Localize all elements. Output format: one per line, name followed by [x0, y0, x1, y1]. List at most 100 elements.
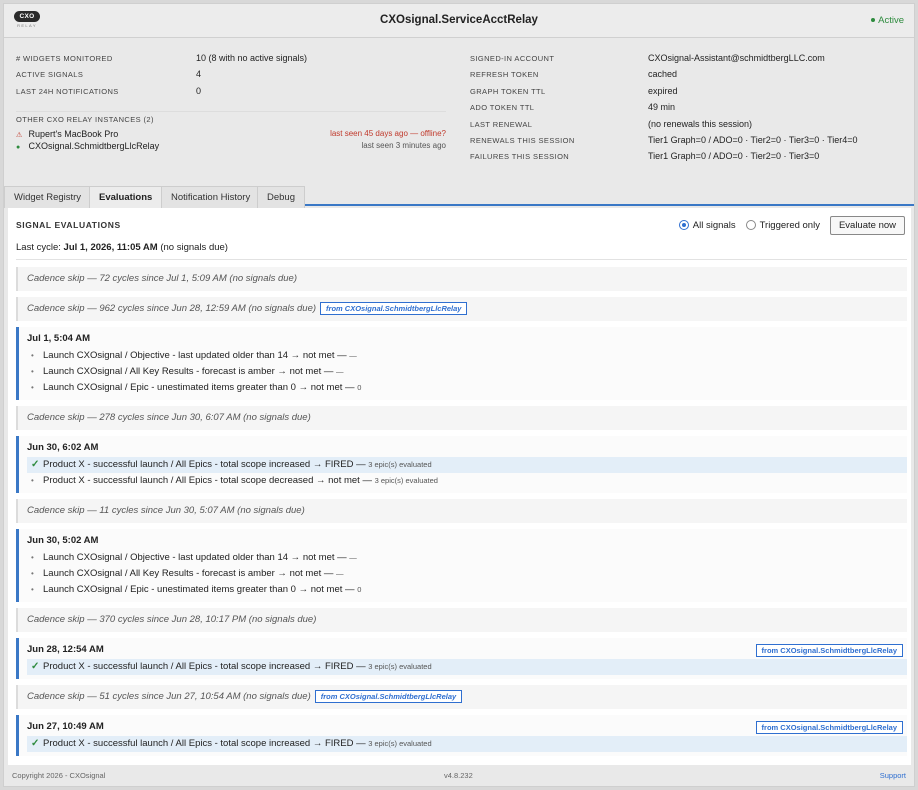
evaluation-row: • Launch CXOsignal / Objective - last upd… [27, 348, 907, 364]
summary-key: # WIDGETS MONITORED [16, 54, 113, 63]
online-dot-icon: ● [16, 144, 21, 151]
evaluation-timestamp: Jul 1, 5:04 AM [27, 333, 91, 344]
instances-heading: OTHER CXO RELAY INSTANCES (2) [16, 115, 154, 124]
summary-value: (no renewals this session) [648, 119, 753, 129]
evaluation-text: Launch CXOsignal / Epic - unestimated it… [43, 382, 358, 393]
evaluation-row: • Launch CXOsignal / Epic - unestimated i… [27, 582, 907, 598]
summary-key: ACTIVE SIGNALS [16, 70, 84, 79]
radio-checked-icon[interactable] [678, 220, 689, 230]
relay-source-tag: from CXOsignal.SchmidtbergLlcRelay [314, 689, 463, 703]
evaluation-detail: 3 epic(s) evaluated [374, 476, 438, 485]
summary-value: 49 min [648, 102, 676, 112]
app-title: CXOsignal.ServiceAcctRelay [380, 14, 538, 26]
evaluation-timestamp: Jun 30, 6:02 AM [27, 442, 99, 453]
evaluation-text: Product X - successful launch / All Epic… [43, 475, 375, 486]
filter-label: Triggered only [759, 219, 820, 231]
status-indicator: Active [871, 15, 904, 26]
summary-value: expired [648, 86, 678, 96]
evaluation-text: Product X - successful launch / All Epic… [43, 661, 369, 672]
instance-name: CXOsignal.SchmidtbergLlcRelay [28, 141, 160, 151]
checkmark-icon: ✓ [31, 459, 40, 470]
evaluation-detail: 3 epic(s) evaluated [368, 739, 432, 748]
signal-filter: All signals Triggered only Evaluate now [678, 215, 905, 235]
skip-text: Cadence skip — 962 cycles since Jun 28, … [27, 303, 317, 314]
version: v4.8.232 [444, 771, 473, 780]
summary-key: RENEWALS THIS SESSION [470, 136, 575, 145]
evaluation-detail: 0 [357, 383, 362, 392]
summary-value: cached [648, 69, 678, 79]
skip-text: Cadence skip — 278 cycles since Jun 30, … [27, 412, 311, 423]
evaluation-row: • Product X - successful launch / All Epi… [27, 473, 907, 489]
evaluation-detail: 0 [357, 585, 362, 594]
summary-key: FAILURES THIS SESSION [470, 152, 570, 161]
summary-value: 4 [196, 69, 202, 79]
evaluation-block: Jun 27, 10:49 AM from CXOsignal.Schmidtb… [16, 715, 907, 756]
evaluation-detail: — [349, 553, 357, 562]
evaluation-detail: 3 epic(s) evaluated [368, 662, 432, 671]
support-link[interactable]: Support [880, 771, 906, 780]
summary-key: LAST RENEWAL [470, 120, 533, 129]
filter-all-signals[interactable]: All signals [678, 220, 736, 231]
summary-key: GRAPH TOKEN TTL [470, 87, 546, 96]
evaluation-block: Jun 28, 12:54 AM from CXOsignal.Schmidtb… [16, 638, 907, 679]
evaluation-text: Launch CXOsignal / Objective - last upda… [43, 552, 350, 563]
evaluation-log: Cadence skip — 72 cycles since Jul 1, 5:… [16, 267, 907, 762]
cadence-skip-row: Cadence skip — 278 cycles since Jun 30, … [16, 406, 907, 430]
summary-key: SIGNED-IN ACCOUNT [470, 54, 555, 63]
evaluation-detail: 3 epic(s) evaluated [368, 460, 432, 469]
title-bar: CXO RELAY CXOsignal.ServiceAcctRelay Act… [4, 4, 914, 38]
summary-key: ADO TOKEN TTL [470, 103, 535, 112]
skip-text: Cadence skip — 72 cycles since Jul 1, 5:… [27, 273, 298, 284]
summary-value: 10 (8 with no active signals) [196, 53, 308, 63]
summary-value: 0 [196, 86, 202, 96]
cadence-skip-row: Cadence skip — 962 cycles since Jun 28, … [16, 297, 907, 321]
evaluation-text: Launch CXOsignal / Objective - last upda… [43, 350, 350, 361]
bullet-icon: • [31, 553, 34, 562]
summary-value: Tier1 Graph=0 / ADO=0 · Tier2=0 · Tier3=… [648, 135, 858, 145]
app-window: CXO RELAY CXOsignal.ServiceAcctRelay Act… [3, 3, 915, 787]
tab-debug[interactable]: Debug [257, 186, 305, 208]
copyright: Copyright 2026 - CXOsignal [12, 771, 106, 780]
bullet-icon: • [31, 351, 34, 360]
instance-name: Rupert's MacBook Pro [28, 129, 119, 139]
instance-row: ● CXOsignal.SchmidtbergLlcRelay last see… [16, 141, 446, 151]
evaluation-detail: — [336, 569, 344, 578]
evaluation-block: Jun 30, 5:02 AM • Launch CXOsignal / Obje… [16, 529, 907, 602]
last-cycle-label: Last cycle: [16, 242, 61, 253]
evaluation-row-fired: ✓ Product X - successful launch / All Epi… [27, 457, 907, 473]
evaluation-text: Product X - successful launch / All Epic… [43, 738, 369, 749]
checkmark-icon: ✓ [31, 661, 40, 672]
status-dot-icon [871, 18, 876, 23]
relay-source-tag: from CXOsignal.SchmidtbergLlcRelay [755, 721, 903, 734]
evaluation-block: Jun 30, 6:02 AM ✓ Product X - successful … [16, 436, 907, 493]
evaluation-row-fired: ✓ Product X - successful launch / All Epi… [27, 736, 907, 752]
tab-notification-history[interactable]: Notification History [161, 186, 261, 208]
cadence-skip-row: Cadence skip — 51 cycles since Jun 27, 1… [16, 685, 907, 709]
divider [16, 259, 907, 260]
evaluation-row: • Launch CXOsignal / All Key Results - fo… [27, 364, 907, 380]
tab-widget-registry[interactable]: Widget Registry [4, 186, 92, 208]
evaluation-detail: — [336, 367, 344, 376]
bullet-icon: • [31, 569, 34, 578]
last-cycle-note: (no signals due) [160, 242, 228, 253]
cadence-skip-row: Cadence skip — 370 cycles since Jun 28, … [16, 608, 907, 632]
relay-source-tag: from CXOsignal.SchmidtbergLlcRelay [755, 644, 903, 657]
last-cycle-time: Jul 1, 2026, 11:05 AM [63, 242, 158, 253]
evaluation-row: • Launch CXOsignal / Objective - last upd… [27, 550, 907, 566]
skip-text: Cadence skip — 370 cycles since Jun 28, … [27, 614, 317, 625]
filter-triggered-only[interactable]: Triggered only [745, 219, 820, 231]
skip-text: Cadence skip — 51 cycles since Jun 27, 1… [27, 691, 311, 702]
tab-evaluations[interactable]: Evaluations [89, 186, 163, 208]
tab-bar: Widget Registry Evaluations Notification… [4, 184, 914, 208]
instance-last-seen: last seen 3 minutes ago [361, 141, 447, 150]
evaluate-now-button[interactable]: Evaluate now [829, 215, 905, 235]
bullet-icon: • [31, 383, 34, 392]
status-label: Active [878, 15, 904, 26]
skip-text: Cadence skip — 11 cycles since Jun 30, 5… [27, 505, 305, 516]
cadence-skip-row: Cadence skip — 11 cycles since Jun 30, 5… [16, 499, 907, 523]
divider [16, 111, 446, 112]
evaluation-text: Launch CXOsignal / Epic - unestimated it… [43, 584, 358, 595]
radio-unchecked-icon[interactable] [745, 220, 756, 230]
bullet-icon: • [31, 585, 34, 594]
relay-summary: # WIDGETS MONITORED 10 (8 with no active… [4, 39, 914, 169]
